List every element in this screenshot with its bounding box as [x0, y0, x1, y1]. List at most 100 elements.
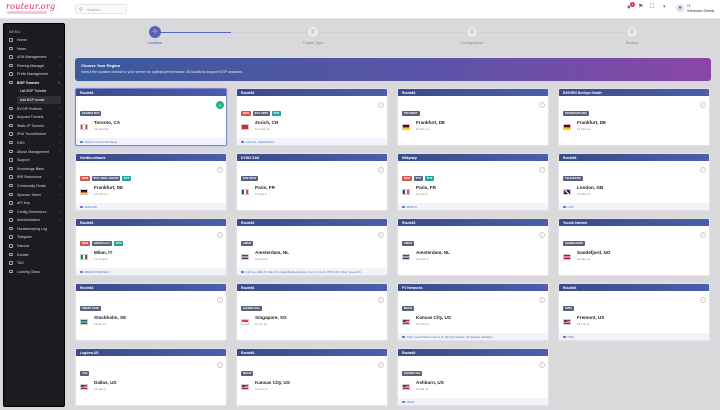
location-card[interactable]: Milkyway NEW IPV4 IPV6 ✓ Paris, FR 13 pps fr RI…: [397, 153, 549, 211]
card-footer: 2-10 Ge, AMS-IX, DE-CIX, Digital Realty …: [237, 268, 387, 275]
sidebar-item-abuse-management[interactable]: Abuse Management ›: [4, 148, 64, 157]
sidebar-item-donate[interactable]: Donate: [4, 251, 64, 260]
check-icon[interactable]: ✓: [539, 362, 545, 368]
sidebar-subitem-add-bgp-tunnel[interactable]: Add BGP tunnel: [17, 96, 61, 104]
sidebar-item-byoip-prefixes[interactable]: BYOIP Prefixes ›: [4, 105, 64, 114]
card-provider: Route64: [237, 89, 387, 96]
location-card[interactable]: DYDIX SAS ESS PROS ✓ Paris, FR 13 pps fr: [236, 153, 388, 211]
sidebar-item-ipv6-tunnelbroker[interactable]: IPv6 Tunnelbroker ›: [4, 130, 64, 139]
check-icon[interactable]: ✓: [700, 297, 706, 303]
location-card[interactable]: Route64 AMSIX ✓ Amsterdam, NL 13 ams nl 2-10 …: [236, 218, 388, 276]
sidebar-item-support[interactable]: Support: [4, 156, 64, 165]
step-tunnel-type[interactable]: ◎ Tunnel Type: [283, 26, 343, 45]
step-label: Location: [147, 41, 163, 45]
sidebar-item-knowledge-base[interactable]: Knowledge Base: [4, 165, 64, 174]
location-card[interactable]: Yuexik Internet SANDEFJORD ✓ Sandefjord, NO…: [558, 218, 710, 276]
user-menu[interactable]: ● Hi Sebastian Sheetz: [676, 3, 718, 16]
step-review[interactable]: ◎ Review: [602, 26, 662, 45]
card-tag: IPV4 UPRS, GEOIP6: [91, 176, 121, 181]
card-tags: NEW GEOIP64 ALL IPV6: [80, 231, 125, 249]
location-card[interactable]: Logicrw.US AXE ✓ Dallas, US 13 dal us: [75, 348, 227, 406]
check-icon[interactable]: ✓: [700, 167, 706, 173]
check-icon[interactable]: ✓: [378, 232, 384, 238]
sidebar-item-label: Anycast Tunnels: [17, 115, 44, 120]
step-location[interactable]: ⊹ Location: [125, 26, 185, 45]
location-card[interactable]: Route64 TELEHOUSE ✓ London, GB 13 this ms LIN…: [558, 153, 710, 211]
sidebar-item-sponsor-token[interactable]: Sponsor Token ›: [4, 191, 64, 200]
check-icon[interactable]: ✓: [700, 232, 706, 238]
location-card[interactable]: Route64 GEOIP64 IPV4 ✓ Toronto, CA 13 ms/s/o…: [75, 88, 227, 146]
country-flag-icon: [80, 384, 88, 390]
card-tag: IPV4 UPRS: [252, 111, 271, 116]
check-icon[interactable]: ✓: [217, 167, 223, 173]
location-card[interactable]: EXEVEN DevOps GmbH FRANKFURT-FRA ✓ Frankfur…: [558, 88, 710, 146]
country-flag-icon: [402, 254, 410, 260]
step-configuration[interactable]: ◎ Configuration: [442, 26, 502, 45]
sidebar-item-home[interactable]: Home: [4, 36, 64, 45]
sidebar-item-dns[interactable]: DNS ›: [4, 139, 64, 148]
card-tags: SANDEFJORD: [563, 231, 586, 249]
sidebar-item-looking-glass[interactable]: Looking Glass: [4, 268, 64, 277]
card-city: Zurich, CH: [255, 120, 279, 125]
sidebar-item-bgp-tunnels[interactable]: BGP Tunnels ˅: [4, 79, 64, 88]
sidebar-item-asn-management[interactable]: ASN Management ›: [4, 53, 64, 62]
check-icon[interactable]: ✓: [539, 167, 545, 173]
check-icon[interactable]: ✓: [217, 232, 223, 238]
sidebar-item-label: Sponsor Token: [17, 192, 41, 197]
sidebar-item-housekeeping-log[interactable]: Housekeeping Log: [4, 225, 64, 234]
sidebar-item-tas[interactable]: TAS: [4, 259, 64, 268]
search-input[interactable]: ⚲ Search...: [75, 4, 127, 14]
sidebar-item-anycast-tunnels[interactable]: Anycast Tunnels ›: [4, 113, 64, 122]
menu-item-icon: [9, 46, 13, 51]
check-icon[interactable]: ✓: [216, 101, 224, 109]
check-icon[interactable]: ✓: [539, 232, 545, 238]
location-card[interactable]: Gen6io.network NEW IPV4 UPRS, GEOIP6 IPV6 ✓ F…: [75, 153, 227, 211]
location-card[interactable]: Route64 SWENT SAFE ✓ Stockholm, SE 13 sto se: [75, 283, 227, 341]
check-icon[interactable]: ✓: [378, 297, 384, 303]
check-icon[interactable]: ✓: [217, 362, 223, 368]
card-provider: Route64: [398, 349, 548, 356]
theme-toggle-icon[interactable]: ◑: [662, 4, 666, 10]
flag-icon[interactable]: ⚑: [638, 4, 643, 10]
brand-logo[interactable]: routeur.org: [6, 2, 55, 11]
location-card[interactable]: Route64 MKCIX ✓ Kansas City, US 13 mci us: [236, 348, 388, 406]
fullscreen-icon[interactable]: ⛶: [650, 4, 654, 10]
check-icon[interactable]: ✓: [378, 362, 384, 368]
sidebar-item-label: Housekeeping Log: [17, 226, 47, 231]
sidebar-item-telegram[interactable]: Telegram: [4, 233, 64, 242]
sidebar-item-static-ip-tunnels[interactable]: Static IP Tunnels ›: [4, 122, 64, 131]
ix-icon: [241, 140, 244, 143]
location-card[interactable]: Route64 NEW IPV4 UPRS IPV6 ✓ Zurich, CH 14 ms/…: [236, 88, 388, 146]
check-icon[interactable]: ✓: [700, 102, 706, 108]
card-tags: ESS PROS: [241, 166, 260, 184]
sidebar-item-api-key[interactable]: API Key: [4, 199, 64, 208]
check-icon[interactable]: ✓: [217, 297, 223, 303]
location-card[interactable]: Route64 EQUINIX SG1 ✓ Singapore, SG 13 sin s…: [236, 283, 388, 341]
check-icon[interactable]: ✓: [378, 167, 384, 173]
location-card[interactable]: Route64 FMT2 ✓ Fremont, US 13 fmt us FMIX: [558, 283, 710, 341]
sidebar-item-label: BYOIP Prefixes: [17, 106, 42, 111]
check-icon[interactable]: ✓: [378, 102, 384, 108]
location-card[interactable]: Route64 EQUINIX AS3 ✓ Ashburn, US 13 iad us N…: [397, 348, 549, 406]
location-card[interactable]: FV Networks MKCIX ✓ Kansas City, US 13 mci u…: [397, 283, 549, 341]
sidebar-item-prefix-management[interactable]: Prefix Management ›: [4, 70, 64, 79]
card-subtext: 13 fmt us: [577, 322, 590, 326]
card-tag: MKCIX: [402, 306, 415, 311]
menu-item-icon: [9, 63, 13, 68]
location-card[interactable]: Route64 AMSIX ✓ Amsterdam, NL 13 ams nl: [397, 218, 549, 276]
location-card[interactable]: Route64 NEW GEOIP64 ALL IPV6 ✓ Milan, IT 13 mn…: [75, 218, 227, 276]
sidebar-item-discord[interactable]: Discord: [4, 242, 64, 251]
sidebar-subitem-list-bgp-tunnels[interactable]: List BGP Tunnels: [17, 88, 61, 96]
sidebar-item-news[interactable]: News: [4, 45, 64, 54]
sidebar-item-peering-manager[interactable]: Peering Manager ›: [4, 62, 64, 71]
check-icon[interactable]: ✓: [539, 102, 545, 108]
sidebar-item-community-goals[interactable]: Community Goals ›: [4, 182, 64, 191]
sidebar-item-config-generators[interactable]: Config Generators ›: [4, 208, 64, 217]
location-card[interactable]: Route64 IPV4 BRUT ✓ Frankfurt, DE 11 this ms: [397, 88, 549, 146]
check-icon[interactable]: ✓: [539, 297, 545, 303]
country-flag-icon: [563, 319, 571, 325]
sidebar-item-administration[interactable]: Administration ›: [4, 216, 64, 225]
card-city: Amsterdam, NL: [416, 250, 450, 255]
country-flag-icon: [563, 189, 571, 195]
sidebar-item-irr-resources[interactable]: IRR Resources ›: [4, 173, 64, 182]
